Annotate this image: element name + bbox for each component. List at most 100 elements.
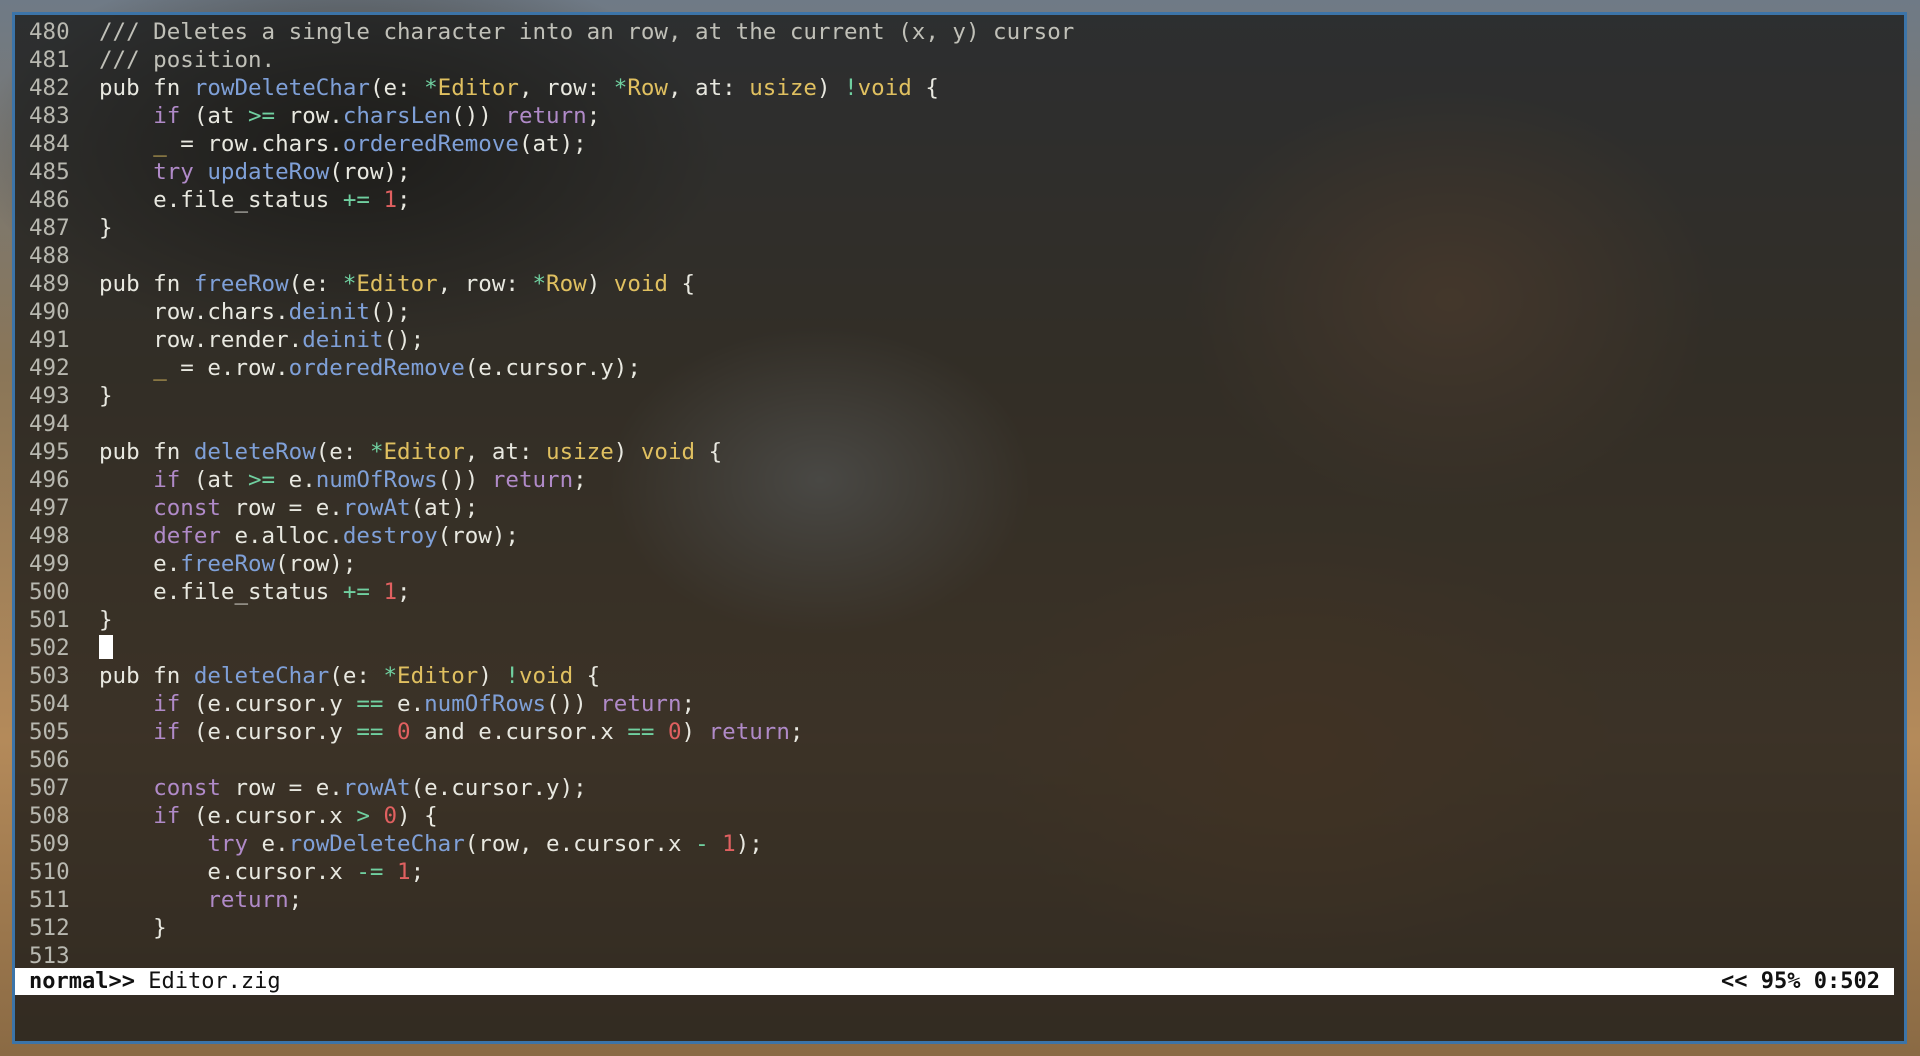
code-line[interactable]: 499 e.freeRow(row); <box>29 550 1894 578</box>
code-token: * <box>369 439 384 465</box>
code-line[interactable]: 513 <box>29 942 1894 970</box>
code-token: (at <box>180 103 249 129</box>
code-line[interactable]: 489 pub fn freeRow(e: *Editor, row: *Row)… <box>29 270 1894 298</box>
line-number: 497 <box>29 495 70 521</box>
code-token: 1 <box>722 831 736 857</box>
code-token: e.cursor.x <box>99 859 357 885</box>
code-token: e. <box>383 691 425 717</box>
code-token: ; <box>573 467 587 493</box>
code-token: ; <box>681 691 696 717</box>
code-token: updateRow <box>207 159 330 185</box>
code-token: = e.row. <box>166 355 289 381</box>
code-token: (at); <box>518 131 587 157</box>
code-token: ! <box>505 663 519 689</box>
code-token: (e.cursor.y <box>180 691 357 717</box>
terminal-window[interactable]: 480 /// Deletes a single character into a… <box>12 12 1907 1044</box>
line-number: 493 <box>29 383 70 409</box>
code-line[interactable]: 507 const row = e.rowAt(e.cursor.y); <box>29 774 1894 802</box>
code-line[interactable]: 490 row.chars.deinit(); <box>29 298 1894 326</box>
code-token: - <box>695 831 709 857</box>
code-token: e. <box>275 467 316 493</box>
code-line[interactable]: 494 <box>29 410 1894 438</box>
code-token: return <box>207 887 289 913</box>
code-line[interactable]: 493} <box>29 382 1894 410</box>
line-number: 491 <box>29 327 70 353</box>
code-token: rowAt <box>342 495 411 521</box>
code-line[interactable]: 512 } <box>29 914 1894 942</box>
code-token: ! <box>844 75 858 101</box>
code-token: /// position. <box>99 47 276 73</box>
code-line[interactable]: 481 /// position. <box>29 46 1894 74</box>
line-number: 484 <box>29 131 70 157</box>
code-line[interactable]: 492 _ = e.row.orderedRemove(e.cursor.y); <box>29 354 1894 382</box>
code-line[interactable]: 500 e.file_status += 1; <box>29 578 1894 606</box>
code-token: rowDeleteChar <box>288 831 465 857</box>
code-line[interactable]: 501} <box>29 606 1894 634</box>
code-token: == <box>356 719 384 745</box>
code-line[interactable]: 487} <box>29 214 1894 242</box>
code-line[interactable]: 508 if (e.cursor.x > 0) { <box>29 802 1894 830</box>
code-line[interactable]: 485 try updateRow(row); <box>29 158 1894 186</box>
code-token: ; <box>789 719 804 745</box>
code-line[interactable]: 496 if (at >= e.numOfRows()) return; <box>29 466 1894 494</box>
code-token: ()) <box>546 691 601 717</box>
code-token: freeRow <box>193 271 289 297</box>
code-token: destroy <box>342 523 438 549</box>
message-line[interactable] <box>15 995 1904 1035</box>
code-token: { <box>695 439 723 465</box>
code-token: ) <box>816 75 845 101</box>
code-line[interactable]: 491 row.render.deinit(); <box>29 326 1894 354</box>
code-line[interactable]: 497 const row = e.rowAt(at); <box>29 494 1894 522</box>
code-token: (); <box>383 327 425 353</box>
code-token: numOfRows <box>424 691 547 717</box>
code-line[interactable]: 505 if (e.cursor.y == 0 and e.cursor.x =… <box>29 718 1894 746</box>
code-line[interactable]: 488 <box>29 242 1894 270</box>
text-cursor <box>99 635 113 659</box>
line-number: 503 <box>29 663 70 689</box>
code-token: ; <box>397 579 411 605</box>
code-editor-buffer[interactable]: 480 /// Deletes a single character into a… <box>29 18 1894 970</box>
code-line[interactable]: 502 <box>29 634 1894 662</box>
code-token: orderedRemove <box>342 131 519 157</box>
line-number: 481 <box>29 47 70 73</box>
line-number: 507 <box>29 775 70 801</box>
code-token: 1 <box>397 859 411 885</box>
code-line[interactable]: 483 if (at >= row.charsLen()) return; <box>29 102 1894 130</box>
code-token: ; <box>586 103 601 129</box>
code-token: (row); <box>329 159 411 185</box>
code-line[interactable]: 482 pub fn rowDeleteChar(e: *Editor, row:… <box>29 74 1894 102</box>
code-line[interactable]: 498 defer e.alloc.destroy(row); <box>29 522 1894 550</box>
code-line[interactable]: 510 e.cursor.x -= 1; <box>29 858 1894 886</box>
line-number: 509 <box>29 831 70 857</box>
code-line[interactable]: 484 _ = row.chars.orderedRemove(at); <box>29 130 1894 158</box>
code-token: return <box>708 719 790 745</box>
code-token: _ <box>153 131 167 157</box>
code-token: Editor <box>437 75 519 101</box>
code-line[interactable]: 511 return; <box>29 886 1894 914</box>
code-line[interactable]: 509 try e.rowDeleteChar(row, e.cursor.x … <box>29 830 1894 858</box>
code-token: if <box>153 467 181 493</box>
code-line[interactable]: 503 pub fn deleteChar(e: *Editor) !void { <box>29 662 1894 690</box>
code-token: _ <box>153 355 167 381</box>
code-line[interactable]: 504 if (e.cursor.y == e.numOfRows()) ret… <box>29 690 1894 718</box>
line-number: 486 <box>29 187 70 213</box>
code-token: void <box>613 271 668 297</box>
code-line[interactable]: 480 /// Deletes a single character into a… <box>29 18 1894 46</box>
code-line[interactable]: 506 <box>29 746 1894 774</box>
code-token: } <box>99 215 113 241</box>
line-number: 495 <box>29 439 70 465</box>
code-token: usize <box>546 439 614 465</box>
code-line[interactable]: 495 pub fn deleteRow(e: *Editor, at: usiz… <box>29 438 1894 466</box>
code-token: Editor <box>356 271 438 297</box>
code-token: ); <box>735 831 763 857</box>
line-number: 505 <box>29 719 70 745</box>
code-line[interactable]: 486 e.file_status += 1; <box>29 186 1894 214</box>
